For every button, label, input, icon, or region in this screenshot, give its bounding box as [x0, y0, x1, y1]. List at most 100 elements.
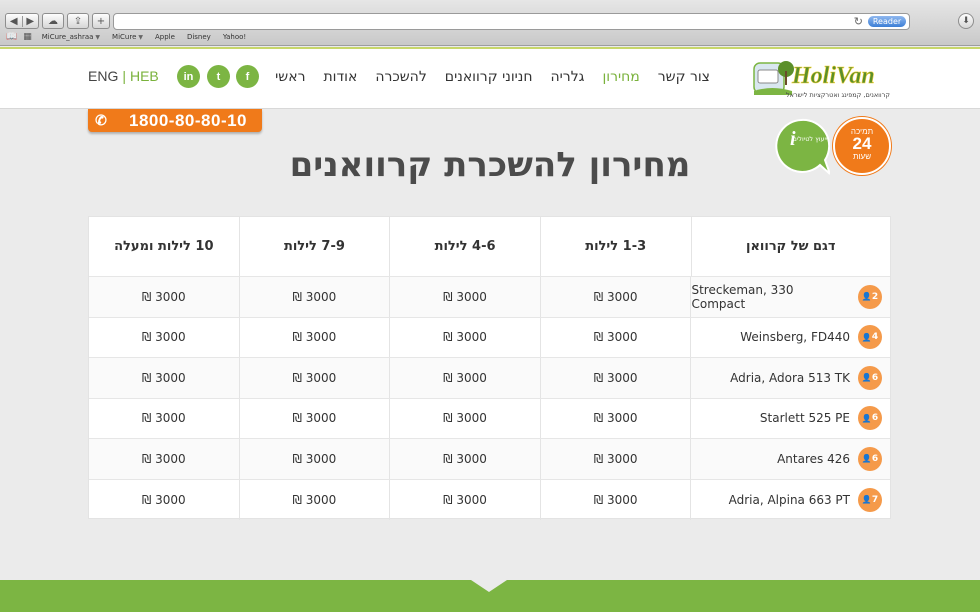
price-cell: 3000 ₪: [89, 439, 239, 479]
price-value: 3000 ₪: [593, 451, 638, 466]
facebook-icon[interactable]: f: [236, 65, 259, 88]
reader-button[interactable]: Reader: [868, 16, 906, 27]
table-row: 6 👤 Antares 426 3000 ₪ 3000 ₪ 3000 ₪ 3000 ₪: [89, 439, 890, 480]
nav-about[interactable]: אודות: [323, 69, 357, 85]
price-value: 3000 ₪: [292, 492, 337, 507]
price-cell: 3000 ₪: [539, 479, 691, 520]
price-cell: 3000 ₪: [89, 277, 239, 317]
price-cell: 3000 ₪: [539, 439, 691, 479]
price-value: 3000 ₪: [443, 330, 487, 345]
price-cell: 3000 ₪: [539, 358, 691, 398]
column-header-10-plus: 10 לילות ומעלה: [89, 217, 239, 276]
model-name: Adria, Alpina 663 PT: [728, 492, 850, 507]
price-value: 3000 ₪: [292, 451, 337, 466]
reload-icon[interactable]: ↻: [854, 15, 863, 28]
price-cell: 3000 ₪: [89, 480, 239, 521]
lang-heb-link[interactable]: HEB: [130, 68, 159, 84]
header-text: 7-9 לילות: [283, 239, 345, 254]
bookmark-yahoo[interactable]: Yahoo!: [223, 33, 246, 41]
address-bar[interactable]: ↻ Reader: [113, 13, 910, 30]
logo-wordmark: HoliVan: [791, 63, 875, 89]
person-icon: 👤: [861, 292, 872, 302]
price-cell: 3000 ₪: [238, 398, 390, 438]
price-value: 3000 ₪: [141, 370, 186, 385]
icloud-tabs-button[interactable]: ☁: [42, 13, 64, 29]
model-name: Streckeman, 330 Compact: [691, 282, 794, 311]
price-cell: 3000 ₪: [389, 479, 540, 520]
bookmarks-book-icon[interactable]: 📖: [6, 32, 17, 42]
price-cell: 3000 ₪: [389, 398, 540, 438]
header-text: 4-6 לילות: [434, 239, 496, 254]
table-row: 4 👤 Weinsberg, FD440 3000 ₪ 3000 ₪ 3000 ₪ 3000…: [89, 317, 890, 358]
consult-label: ייעוץ לטיולים: [793, 135, 828, 143]
price-value: 3000 ₪: [593, 370, 638, 385]
person-icon: 👤: [861, 373, 872, 383]
price-cell: 3000 ₪: [89, 399, 239, 439]
table-header-row: דגם של קרוואן 1-3 לילות 4-6 לילות 7-9 לי…: [89, 217, 890, 277]
guests-icon: 2 👤: [858, 284, 882, 309]
price-value: 3000 ₪: [141, 330, 186, 345]
phone-button[interactable]: ✆ 1800-80-80-10: [88, 109, 262, 132]
back-forward-buttons[interactable]: ◀ ▶: [5, 13, 39, 29]
cloud-icon: ☁: [48, 15, 58, 27]
person-icon: 👤: [861, 413, 872, 423]
model-name: Antares 426: [777, 451, 850, 466]
new-tab-button[interactable]: +: [92, 13, 110, 29]
bookmark-apple[interactable]: Apple: [155, 33, 175, 41]
model-name: Starlett 525 PE: [759, 411, 850, 426]
share-button[interactable]: ⇪: [67, 13, 89, 29]
price-cell: 3000 ₪: [238, 277, 390, 317]
chevron-down-icon: ▼: [138, 34, 143, 41]
model-cell: 4 👤 Weinsberg, FD440: [690, 317, 890, 357]
person-icon: 👤: [861, 454, 872, 464]
nav-campsites[interactable]: חניוני קרוואנים: [445, 69, 533, 85]
column-header-7-9: 7-9 לילות: [238, 217, 390, 276]
nav-rent[interactable]: להשכרה: [375, 69, 426, 85]
phone-icon: ✆: [95, 112, 107, 128]
price-value: 3000 ₪: [593, 289, 638, 304]
price-value: 3000 ₪: [443, 289, 487, 304]
price-cell: 3000 ₪: [238, 479, 390, 520]
model-cell: 7 👤 Adria, Alpina 663 PT: [690, 479, 890, 520]
table-row: 7 👤 Adria, Alpina 663 PT 3000 ₪ 3000 ₪ 3000 ₪…: [89, 479, 890, 521]
holivan-logo[interactable]: HoliVan קרוואנים, קמפינג ואטרקציות לישרא…: [752, 57, 892, 103]
price-value: 3000 ₪: [141, 451, 186, 466]
main-nav: ראשי אודות להשכרה חניוני קרוואנים גלריה …: [257, 69, 710, 85]
twitter-icon[interactable]: t: [207, 65, 230, 88]
price-table: דגם של קרוואן 1-3 לילות 4-6 לילות 7-9 לי…: [88, 216, 891, 521]
price-cell: 3000 ₪: [89, 358, 239, 398]
phone-number: 1800-80-80-10: [128, 110, 248, 130]
plus-icon: +: [96, 15, 106, 27]
person-icon: 👤: [861, 332, 872, 342]
forward-icon[interactable]: ▶: [21, 15, 39, 27]
top-sites-icon[interactable]: ▦: [23, 32, 32, 42]
site-header: ENG | HEB in t f ראשי אודות להשכרה חניוני …: [0, 47, 980, 109]
price-cell: 3000 ₪: [389, 277, 540, 317]
bookmark-micure-ashraa[interactable]: MiCure_ashraa ▼: [42, 33, 100, 41]
price-value: 3000 ₪: [593, 492, 638, 507]
nav-gallery[interactable]: גלריה: [551, 69, 585, 85]
model-cell: 6 👤 Antares 426: [690, 439, 890, 479]
price-value: 3000 ₪: [593, 330, 638, 345]
table-row: 6 👤 Adria, Adora 513 TK 3000 ₪ 3000 ₪ 3000 ₪ 3…: [89, 358, 890, 399]
nav-contact[interactable]: צור קשר: [658, 69, 710, 85]
price-cell: 3000 ₪: [539, 398, 691, 438]
nav-pricelist[interactable]: מחירון: [602, 69, 639, 85]
lang-separator: |: [122, 68, 126, 84]
guest-count: 7: [871, 494, 879, 505]
bookmark-disney[interactable]: Disney: [187, 33, 211, 41]
browser-toolbar: ◀ ▶ ☁ ⇪ + ↻ Reader ⬇ 📖 ▦ MiCure_ashraa ▼ M…: [0, 0, 980, 46]
footer-notch: [471, 580, 507, 592]
bookmark-micure[interactable]: MiCure ▼: [112, 33, 143, 41]
lang-eng-link[interactable]: ENG: [88, 68, 118, 84]
model-name: Weinsberg, FD440: [740, 330, 850, 345]
guest-count: 6: [871, 453, 879, 464]
price-value: 3000 ₪: [443, 370, 487, 385]
model-cell: 2 👤 Streckeman, 330 Compact: [690, 277, 890, 317]
back-icon[interactable]: ◀: [6, 16, 22, 27]
guests-icon: 4 👤: [858, 325, 882, 350]
downloads-button[interactable]: ⬇: [958, 13, 974, 29]
download-icon: ⬇: [962, 16, 970, 26]
nav-home[interactable]: ראשי: [275, 69, 305, 85]
linkedin-icon[interactable]: in: [177, 65, 200, 88]
